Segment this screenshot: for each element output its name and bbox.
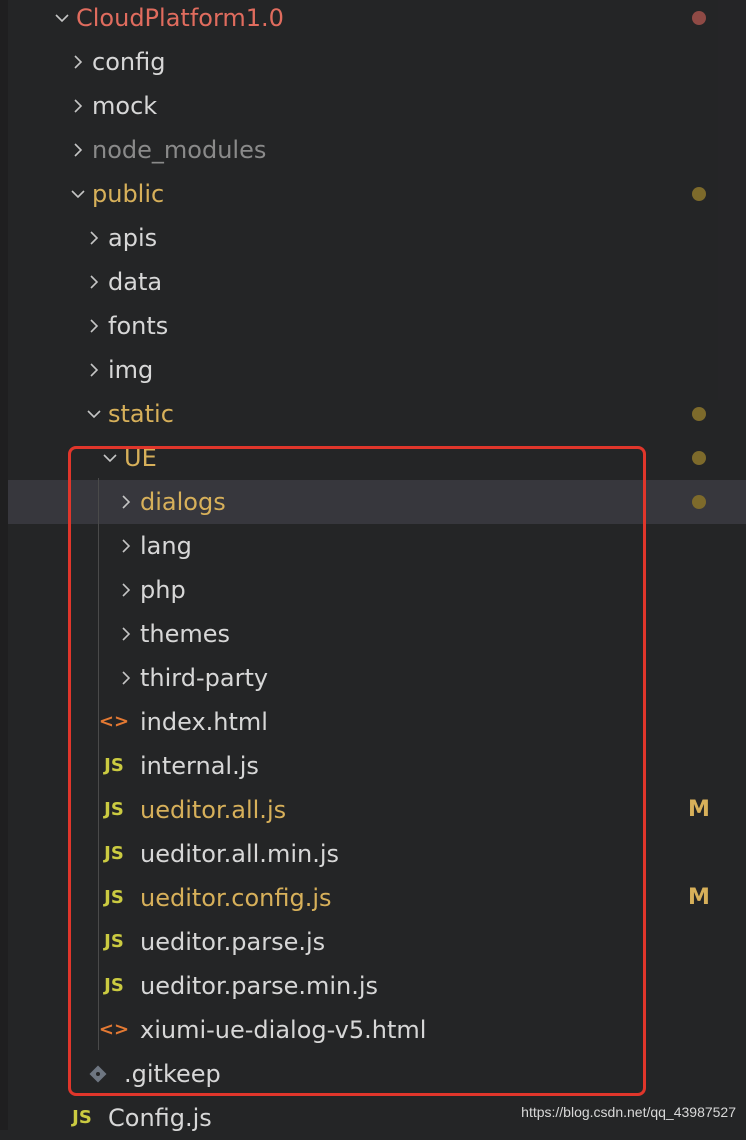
tree-item-folder[interactable]: data bbox=[8, 260, 746, 304]
tree-item-label: node_modules bbox=[92, 136, 267, 164]
tree-item-folder[interactable]: static bbox=[8, 392, 746, 436]
chevron-down-icon[interactable] bbox=[86, 406, 102, 422]
tree-item-label: CloudPlatform1.0 bbox=[76, 4, 284, 32]
git-status-dot bbox=[692, 11, 706, 25]
tree-item-folder[interactable]: fonts bbox=[8, 304, 746, 348]
explorer-edge bbox=[0, 0, 8, 1130]
chevron-right-icon[interactable] bbox=[86, 318, 102, 334]
tree-item-label: img bbox=[108, 356, 154, 384]
git-modified-badge: M bbox=[688, 797, 710, 822]
js-file-icon: JS bbox=[72, 1107, 92, 1128]
tree-item-label: config bbox=[92, 48, 166, 76]
git-status-dot bbox=[692, 187, 706, 201]
tree-item-label: data bbox=[108, 268, 163, 296]
chevron-right-icon[interactable] bbox=[70, 98, 86, 114]
tree-item-folder[interactable]: config bbox=[8, 40, 746, 84]
git-modified-badge: M bbox=[688, 885, 710, 910]
file-explorer: CloudPlatform1.0 config mock node_modulespu… bbox=[0, 0, 746, 1132]
chevron-right-icon[interactable] bbox=[86, 362, 102, 378]
git-status-dot bbox=[692, 495, 706, 509]
highlight-annotation-box bbox=[68, 446, 646, 1096]
tree-item-label: fonts bbox=[108, 312, 169, 340]
git-status-dot bbox=[692, 407, 706, 421]
tree-item-folder[interactable]: img bbox=[8, 348, 746, 392]
tree-item-folder[interactable]: mock bbox=[8, 84, 746, 128]
tree-item-folder[interactable]: apis bbox=[8, 216, 746, 260]
tree-item-label: Config.js bbox=[108, 1104, 212, 1132]
tree-item-label: static bbox=[108, 400, 174, 428]
chevron-down-icon[interactable] bbox=[54, 10, 70, 26]
tree-item-folder[interactable]: public bbox=[8, 172, 746, 216]
tree-item-label: mock bbox=[92, 92, 158, 120]
chevron-right-icon[interactable] bbox=[70, 142, 86, 158]
watermark-url: https://blog.csdn.net/qq_43987527 bbox=[521, 1104, 736, 1120]
chevron-right-icon[interactable] bbox=[86, 274, 102, 290]
tree-item-folder[interactable]: CloudPlatform1.0 bbox=[8, 0, 746, 40]
chevron-right-icon[interactable] bbox=[70, 54, 86, 70]
chevron-down-icon[interactable] bbox=[70, 186, 86, 202]
tree-item-label: apis bbox=[108, 224, 158, 252]
git-status-dot bbox=[692, 451, 706, 465]
chevron-right-icon[interactable] bbox=[86, 230, 102, 246]
tree-item-folder[interactable]: node_modules bbox=[8, 128, 746, 172]
tree-item-label: public bbox=[92, 180, 165, 208]
